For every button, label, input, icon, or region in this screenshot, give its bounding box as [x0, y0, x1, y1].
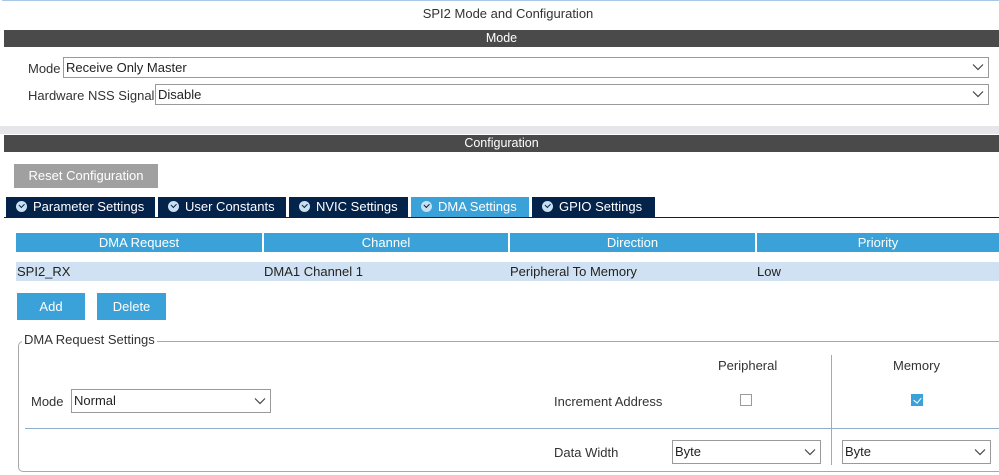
mode-select-value: Receive Only Master — [66, 60, 187, 75]
tab-gpio-settings[interactable]: GPIO Settings — [532, 197, 655, 217]
delete-button[interactable]: Delete — [97, 293, 166, 320]
tab-label: NVIC Settings — [316, 199, 398, 214]
dma-mode-label: Mode — [31, 394, 64, 409]
chevron-down-icon — [972, 64, 984, 71]
configuration-section-header: Configuration — [4, 135, 999, 152]
check-circle-icon — [299, 201, 310, 212]
tab-label: GPIO Settings — [559, 199, 643, 214]
chevron-down-icon — [972, 91, 984, 98]
column-header-priority[interactable]: Priority — [757, 233, 999, 252]
column-header-dma-request[interactable]: DMA Request — [16, 233, 262, 252]
cell-dma-request[interactable]: SPI2_RX — [16, 262, 263, 281]
column-divider — [831, 355, 832, 465]
peripheral-increment-checkbox[interactable] — [740, 394, 752, 406]
window-title: SPI2 Mode and Configuration — [422, 6, 594, 21]
increment-address-label: Increment Address — [554, 394, 663, 409]
dma-request-settings-title: DMA Request Settings — [22, 332, 157, 347]
tab-dma-settings[interactable]: DMA Settings — [411, 197, 529, 217]
nss-label: Hardware NSS Signal — [28, 88, 155, 103]
memory-increment-checkbox[interactable] — [911, 394, 923, 406]
tab-label: Parameter Settings — [33, 199, 145, 214]
memory-data-width-select[interactable]: Byte — [842, 440, 991, 464]
chevron-down-icon — [974, 449, 986, 456]
memory-header: Memory — [893, 358, 940, 373]
chevron-down-icon — [254, 398, 266, 405]
check-circle-icon — [168, 201, 179, 212]
column-header-direction[interactable]: Direction — [510, 233, 755, 252]
tab-bar-underline — [4, 217, 999, 218]
cell-priority[interactable]: Low — [756, 262, 999, 281]
tab-nvic-settings[interactable]: NVIC Settings — [289, 197, 408, 217]
cell-channel[interactable]: DMA1 Channel 1 — [263, 262, 509, 281]
mode-select[interactable]: Receive Only Master — [63, 57, 989, 78]
memory-data-width-value: Byte — [845, 444, 872, 459]
reset-configuration-button[interactable]: Reset Configuration — [14, 164, 158, 188]
tab-label: DMA Settings — [438, 199, 517, 214]
check-circle-icon — [542, 201, 553, 212]
tab-label: User Constants — [185, 199, 275, 214]
chevron-down-icon — [804, 449, 816, 456]
peripheral-header: Peripheral — [718, 358, 778, 373]
add-button[interactable]: Add — [17, 293, 85, 320]
row-divider — [25, 428, 999, 429]
cell-direction[interactable]: Peripheral To Memory — [509, 262, 756, 281]
column-header-channel[interactable]: Channel — [264, 233, 508, 252]
peripheral-data-width-value: Byte — [675, 444, 702, 459]
section-divider — [0, 126, 999, 134]
nss-select[interactable]: Disable — [155, 84, 989, 105]
mode-section-header: Mode — [4, 30, 999, 47]
mode-label: Mode — [28, 61, 61, 76]
window-top-border — [2, 0, 999, 1]
peripheral-data-width-select[interactable]: Byte — [672, 440, 821, 464]
check-circle-icon — [421, 201, 432, 212]
check-circle-icon — [16, 201, 27, 212]
dma-mode-value: Normal — [74, 393, 116, 408]
tab-parameter-settings[interactable]: Parameter Settings — [6, 197, 155, 217]
data-width-label: Data Width — [554, 445, 619, 460]
dma-mode-select[interactable]: Normal — [71, 389, 271, 413]
nss-select-value: Disable — [158, 87, 202, 102]
tab-user-constants[interactable]: User Constants — [158, 197, 286, 217]
